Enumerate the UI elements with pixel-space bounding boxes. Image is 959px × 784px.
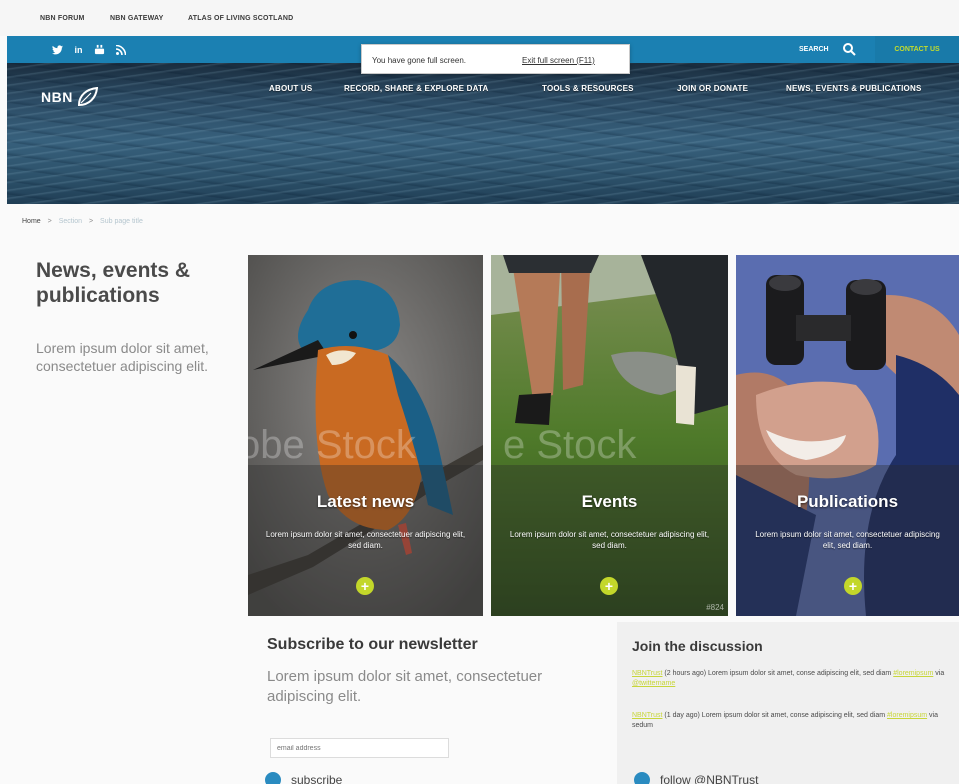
stock-watermark: e Stock [503,423,637,467]
hero-banner: NBN ABOUT US RECORD, SHARE & EXPLORE DAT… [7,63,959,204]
exit-fullscreen-link[interactable]: Exit full screen (F11) [522,56,595,65]
tile-publications[interactable]: Publications Lorem ipsum dolor sit amet,… [736,255,959,616]
tweet-text: Lorem ipsum dolor sit amet, conse adipis… [701,712,886,719]
follow-button[interactable]: follow @NBNTrust [634,772,758,784]
subscribe-label: subscribe [291,773,343,784]
newsletter-text: Lorem ipsum dolor sit amet, consectetuer… [267,668,543,705]
tweet-time: (2 hours ago) [664,670,707,677]
search-icon[interactable] [842,42,856,56]
nav-join-donate[interactable]: JOIN OR DONATE [677,84,748,93]
search-label[interactable]: SEARCH [799,46,829,53]
tile-title: Publications [796,492,899,511]
nbn-logo[interactable]: NBN [41,87,99,107]
leaf-logo-icon [77,87,98,107]
tweet-hashtag[interactable]: #loremipsum [893,670,933,677]
breadcrumb-home[interactable]: Home [22,218,41,225]
page-intro: Lorem ipsum dolor sit amet, consectetuer… [36,340,209,374]
fullscreen-notice: You have gone full screen. Exit full scr… [361,44,630,74]
page-title: News, events & publications [36,259,191,307]
subscribe-icon [265,772,281,784]
fullscreen-message: You have gone full screen. [372,56,466,65]
email-field[interactable] [270,738,449,758]
tweet-handle[interactable]: NBNTrust [632,712,662,719]
newsletter-title: Subscribe to our newsletter [267,636,478,653]
contact-us-button[interactable]: CONTACT US [875,36,959,63]
follow-label: follow @NBNTrust [660,773,759,784]
tile-title: Events [581,492,638,511]
tweet-time: (1 day ago) [664,712,700,719]
page: NBN FORUM NBN GATEWAY ATLAS OF LIVING SC… [0,0,959,784]
nav-about-us[interactable]: ABOUT US [269,84,312,93]
breadcrumb-current: Sub page title [100,218,143,225]
twitter-icon[interactable] [47,36,68,63]
tile-title: Latest news [316,492,415,511]
utility-bar: NBN FORUM NBN GATEWAY ATLAS OF LIVING SC… [0,0,959,36]
breadcrumb: Home > Section > Sub page title [22,218,143,225]
plus-icon[interactable]: + [844,577,862,595]
social-links: in [47,36,131,63]
plus-icon[interactable]: + [600,577,618,595]
breadcrumb-separator: > [47,218,52,225]
tweet-text: Lorem ipsum dolor sit amet, conse adipis… [708,670,892,677]
linkedin-icon[interactable]: in [68,36,89,63]
breadcrumb-section[interactable]: Section [59,218,82,225]
youtube-icon[interactable] [89,36,110,63]
tweet-hashtag[interactable]: #loremipsum [887,712,927,719]
discussion-title: Join the discussion [632,638,763,654]
tweet-item: NBNTrust (2 hours ago) Lorem ipsum dolor… [632,669,952,689]
subscribe-button[interactable]: subscribe [265,772,342,784]
plus-icon[interactable]: + [356,577,374,595]
nav-tools-resources[interactable]: TOOLS & RESOURCES [542,84,634,93]
stock-watermark: obe Stock [248,423,416,467]
tile-description: Lorem ipsum dolor sit amet, consectetuer… [509,530,710,550]
link-nbn-forum[interactable]: NBN FORUM [40,15,85,22]
tweet-item: NBNTrust (1 day ago) Lorem ipsum dolor s… [632,711,952,731]
watermark-id: #824 [706,603,724,612]
nav-news-events-publications[interactable]: NEWS, EVENTS & PUBLICATIONS [786,84,921,93]
tile-description: Lorem ipsum dolor sit amet, consectetuer… [265,530,466,550]
link-nbn-gateway[interactable]: NBN GATEWAY [110,15,164,22]
tweet-handle[interactable]: NBNTrust [632,670,662,677]
twitter-icon [634,772,650,784]
link-atlas-scotland[interactable]: ATLAS OF LIVING SCOTLAND [188,15,293,22]
rss-icon[interactable] [110,36,131,63]
nav-record-share-explore[interactable]: RECORD, SHARE & EXPLORE DATA [344,84,488,93]
tile-description: Lorem ipsum dolor sit amet, consectetuer… [755,530,940,550]
breadcrumb-separator: > [89,218,94,225]
logo-text: NBN [41,89,73,105]
tile-events[interactable]: e Stock Events Lorem ipsum dolor sit ame… [491,255,728,616]
tweet-via: via [935,670,945,677]
tile-latest-news[interactable]: obe Stock Latest news Lorem ipsum dolor … [248,255,483,616]
tweet-source[interactable]: @twittername [632,680,675,687]
